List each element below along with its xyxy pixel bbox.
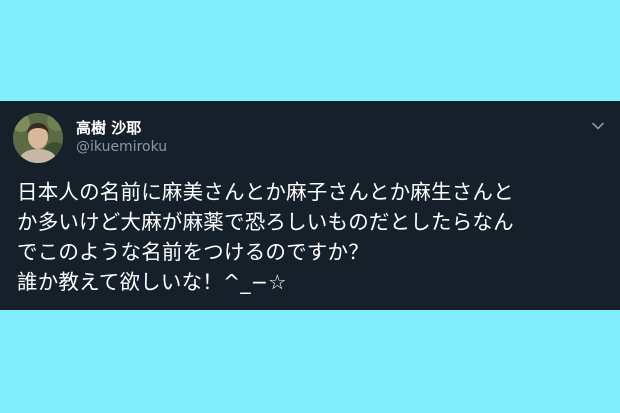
- handle[interactable]: @ikuemiroku: [76, 139, 167, 155]
- tweet-text-line: でこのような名前をつけるのですか？: [17, 240, 369, 264]
- tweet-card: 高樹 沙耶 @ikuemiroku 日本人の名前に麻美さんとか麻子さんとか麻生さ…: [0, 101, 620, 310]
- tweet-text: 日本人の名前に麻美さんとか麻子さんとか麻生さんと か多いけど大麻が麻薬で恐ろしい…: [17, 177, 609, 297]
- avatar[interactable]: [13, 113, 63, 163]
- avatar-image: [13, 113, 63, 163]
- tweet-text-line: 日本人の名前に麻美さんとか麻子さんとか麻生さんと: [17, 180, 514, 204]
- tweet-text-line: 誰か教えて欲しいな！^_−☆: [17, 270, 287, 294]
- tweet-text-line: か多いけど大麻が麻薬で恐ろしいものだとしたらなん: [17, 210, 514, 234]
- chevron-down-icon[interactable]: [590, 118, 606, 134]
- display-name[interactable]: 高樹 沙耶: [76, 117, 141, 138]
